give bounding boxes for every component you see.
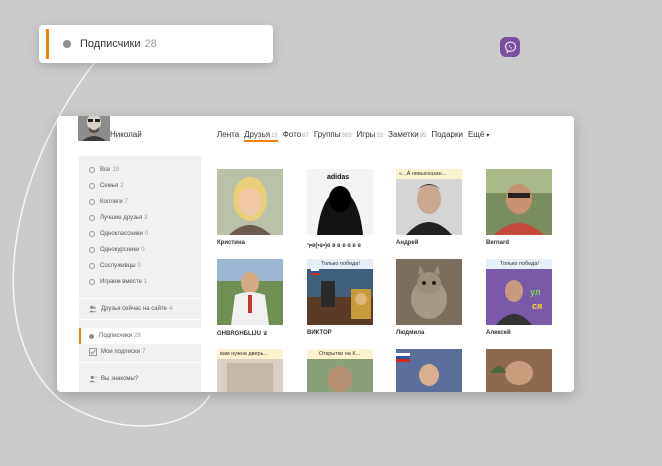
tab-groups[interactable]: Группы369 xyxy=(314,130,352,139)
status-banner: «...А невысказан... xyxy=(396,169,462,179)
sidebar-item-my-subscriptions[interactable]: Мои подписки 7 xyxy=(79,344,201,360)
tab-photos[interactable]: Фото87 xyxy=(283,130,309,139)
accent-bar xyxy=(46,29,49,59)
friend-photo[interactable] xyxy=(486,349,552,392)
friend-photo[interactable]: ул ся Только победа! xyxy=(486,259,552,325)
checkbox-check-icon xyxy=(89,348,97,356)
sidebar-item-play-together[interactable]: Играем вместе 1 xyxy=(79,274,201,290)
friend-card[interactable]: Кристина xyxy=(217,169,283,246)
sidebar-item-family[interactable]: Семья 2 xyxy=(79,178,201,194)
friend-photo[interactable] xyxy=(217,259,283,325)
friends-page-window: Николай Лента Друзья19 Фото87 Группы369 … xyxy=(57,116,574,392)
svg-text:?: ? xyxy=(95,375,97,380)
status-banner: вам нужна дверь... xyxy=(217,349,283,359)
friend-card[interactable]: GHBRGHБLIJU ♛ xyxy=(217,259,283,337)
friends-sidebar: Все 19 Семья 2 Коллеги 7 Лучшие друзья 3 Одн… xyxy=(79,156,201,392)
friend-name[interactable]: Андрей xyxy=(396,240,462,246)
radio-icon xyxy=(89,167,95,173)
status-banner: Только победа! xyxy=(307,259,373,269)
sidebar-item-coworkers[interactable]: Сослуживцы 0 xyxy=(79,258,201,274)
users-question-icon: ? xyxy=(89,375,97,383)
sidebar-item-all[interactable]: Все 19 xyxy=(79,162,201,178)
sidebar-item-coursemates[interactable]: Однокурсники 0 xyxy=(79,242,201,258)
svg-text:ул: ул xyxy=(530,287,541,297)
friend-photo[interactable]: Открытки на К... xyxy=(307,349,373,392)
subscribers-callout: Подписчики 28 xyxy=(39,25,273,63)
radio-icon xyxy=(89,279,95,285)
callout-label: Подписчики xyxy=(80,38,141,50)
radio-icon xyxy=(89,231,95,237)
tab-games[interactable]: Игры33 xyxy=(357,130,384,139)
friend-name[interactable]: ВИКТОР xyxy=(307,330,373,336)
viber-icon[interactable] xyxy=(500,37,520,57)
friend-photo[interactable] xyxy=(217,169,283,235)
adidas-logo: adidas xyxy=(327,174,349,181)
users-icon xyxy=(89,305,97,313)
friend-card[interactable]: Только победа! ВИКТОР xyxy=(307,259,373,336)
friend-photo[interactable] xyxy=(396,259,462,325)
avatar[interactable] xyxy=(75,116,113,144)
friend-photo[interactable]: вам нужна дверь... xyxy=(217,349,283,392)
sidebar-item-subscribers[interactable]: Подписчики 28 xyxy=(79,328,201,344)
bullet-icon xyxy=(89,333,94,339)
friend-card[interactable] xyxy=(486,349,552,392)
friend-card[interactable]: Bernard xyxy=(486,169,552,246)
friends-grid: Кристина adidas ๅ•ʚ(•ɞ•)ɞ ʚ ɞ ʚ ɞ ʚ ɞ «.… xyxy=(217,156,562,392)
sidebar-item-colleagues[interactable]: Коллеги 7 xyxy=(79,194,201,210)
tab-friends[interactable]: Друзья19 xyxy=(244,130,278,142)
status-banner: Только победа! xyxy=(486,259,552,269)
friend-card[interactable]: вам нужна дверь... xyxy=(217,349,283,392)
tab-more[interactable]: Ещё ▾ xyxy=(468,130,489,139)
callout-count: 28 xyxy=(144,38,157,50)
tab-gifts[interactable]: Подарки xyxy=(431,130,463,139)
radio-icon xyxy=(89,247,95,253)
status-banner: Открытки на К... xyxy=(307,349,373,359)
radio-icon xyxy=(89,199,95,205)
friend-photo[interactable]: Только победа! xyxy=(307,259,373,325)
svg-text:ся: ся xyxy=(532,301,542,311)
friend-name[interactable]: Кристина xyxy=(217,240,283,246)
friend-name[interactable]: Алексей xyxy=(486,330,552,336)
friend-photo[interactable]: «...А невысказан... xyxy=(396,169,462,235)
radio-icon xyxy=(89,263,95,269)
friend-card[interactable]: adidas ๅ•ʚ(•ɞ•)ɞ ʚ ɞ ʚ ɞ ʚ ɞ xyxy=(307,169,373,250)
friend-name[interactable]: ๅ•ʚ(•ɞ•)ɞ ʚ ɞ ʚ ɞ ʚ ɞ xyxy=(307,240,373,250)
bullet-icon xyxy=(63,40,71,48)
friend-card[interactable]: ул ся Только победа! Алексей xyxy=(486,259,552,336)
tab-feed[interactable]: Лента xyxy=(217,130,239,139)
chevron-down-icon: ▾ xyxy=(486,133,490,139)
friend-card[interactable]: Открытки на К... xyxy=(307,349,373,392)
sidebar-item-best-friends[interactable]: Лучшие друзья 3 xyxy=(79,210,201,226)
friend-photo[interactable] xyxy=(486,169,552,235)
radio-icon xyxy=(89,215,95,221)
user-avatar-icon xyxy=(78,116,110,141)
profile-tabs: Лента Друзья19 Фото87 Группы369 Игры33 З… xyxy=(217,130,494,142)
friend-card[interactable]: «...А невысказан... Андрей xyxy=(396,169,462,246)
profile-name[interactable]: Николай xyxy=(110,130,142,139)
friend-name[interactable]: Bernard xyxy=(486,240,552,246)
friend-photo[interactable] xyxy=(396,349,462,392)
sidebar-item-classmates[interactable]: Одноклассники 0 xyxy=(79,226,201,242)
friend-card[interactable] xyxy=(396,349,462,392)
friend-photo[interactable]: adidas xyxy=(307,169,373,235)
sidebar-item-online[interactable]: Друзья сейчас на сайте 4 xyxy=(79,301,201,317)
friend-name[interactable]: Людмила xyxy=(396,330,462,336)
friend-card[interactable]: Людмила xyxy=(396,259,462,336)
friend-name[interactable]: GHBRGHБLIJU ♛ xyxy=(217,330,283,337)
sidebar-item-maybe-know[interactable]: ? Вы знакомы? xyxy=(79,371,201,387)
radio-icon xyxy=(89,183,95,189)
tab-notes[interactable]: Заметки95 xyxy=(388,130,426,139)
